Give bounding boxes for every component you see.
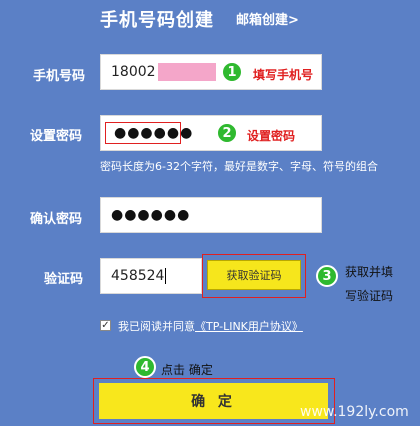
agreement-link[interactable]: 《TP-LINK用户协议》 (195, 320, 303, 333)
step-badge-2: 2 (216, 122, 238, 144)
redaction-mask (157, 63, 216, 81)
captcha-annotation-line1: 获取并填 (345, 265, 394, 279)
captcha-value: 458524 (111, 268, 165, 284)
captcha-label: 验证码 (44, 272, 84, 287)
agreement-checkbox[interactable]: ✓ (100, 320, 111, 331)
step-badge-4: 4 (134, 356, 156, 378)
phone-label: 手机号码 (33, 69, 86, 84)
phone-value: 18002 (111, 64, 156, 80)
confirm-password-label: 确认密码 (30, 212, 83, 227)
step-badge-3: 3 (316, 265, 338, 287)
watermark-text: www.192ly.com (300, 404, 409, 420)
confirm-password-field[interactable]: ●●●●●● (100, 197, 322, 233)
page-title: 手机号码创建 (100, 10, 214, 31)
get-captcha-button[interactable]: 获取验证码 (207, 260, 301, 290)
confirm-password-value: ●●●●●● (111, 207, 191, 223)
captcha-input[interactable]: 458524 (100, 258, 202, 294)
captcha-annotation-line2: 写验证码 (345, 289, 394, 303)
password-label: 设置密码 (30, 129, 83, 144)
email-create-link[interactable]: 邮箱创建> (236, 9, 299, 28)
password-annotation: 设置密码 (247, 129, 296, 143)
step-badge-1: 1 (221, 61, 243, 83)
password-value: ●●●●●● (114, 125, 194, 141)
agreement-text: 我已阅读并同意 (118, 320, 195, 333)
text-cursor (165, 268, 167, 284)
password-hint: 密码长度为6-32个字符，最好是数字、字母、符号的组合 (100, 160, 378, 173)
confirm-button[interactable]: 确 定 (99, 383, 328, 419)
phone-annotation: 填写手机号 (253, 68, 314, 82)
submit-annotation: 点击 确定 (161, 363, 213, 377)
agreement-row: 我已阅读并同意《TP-LINK用户协议》 (118, 318, 303, 334)
